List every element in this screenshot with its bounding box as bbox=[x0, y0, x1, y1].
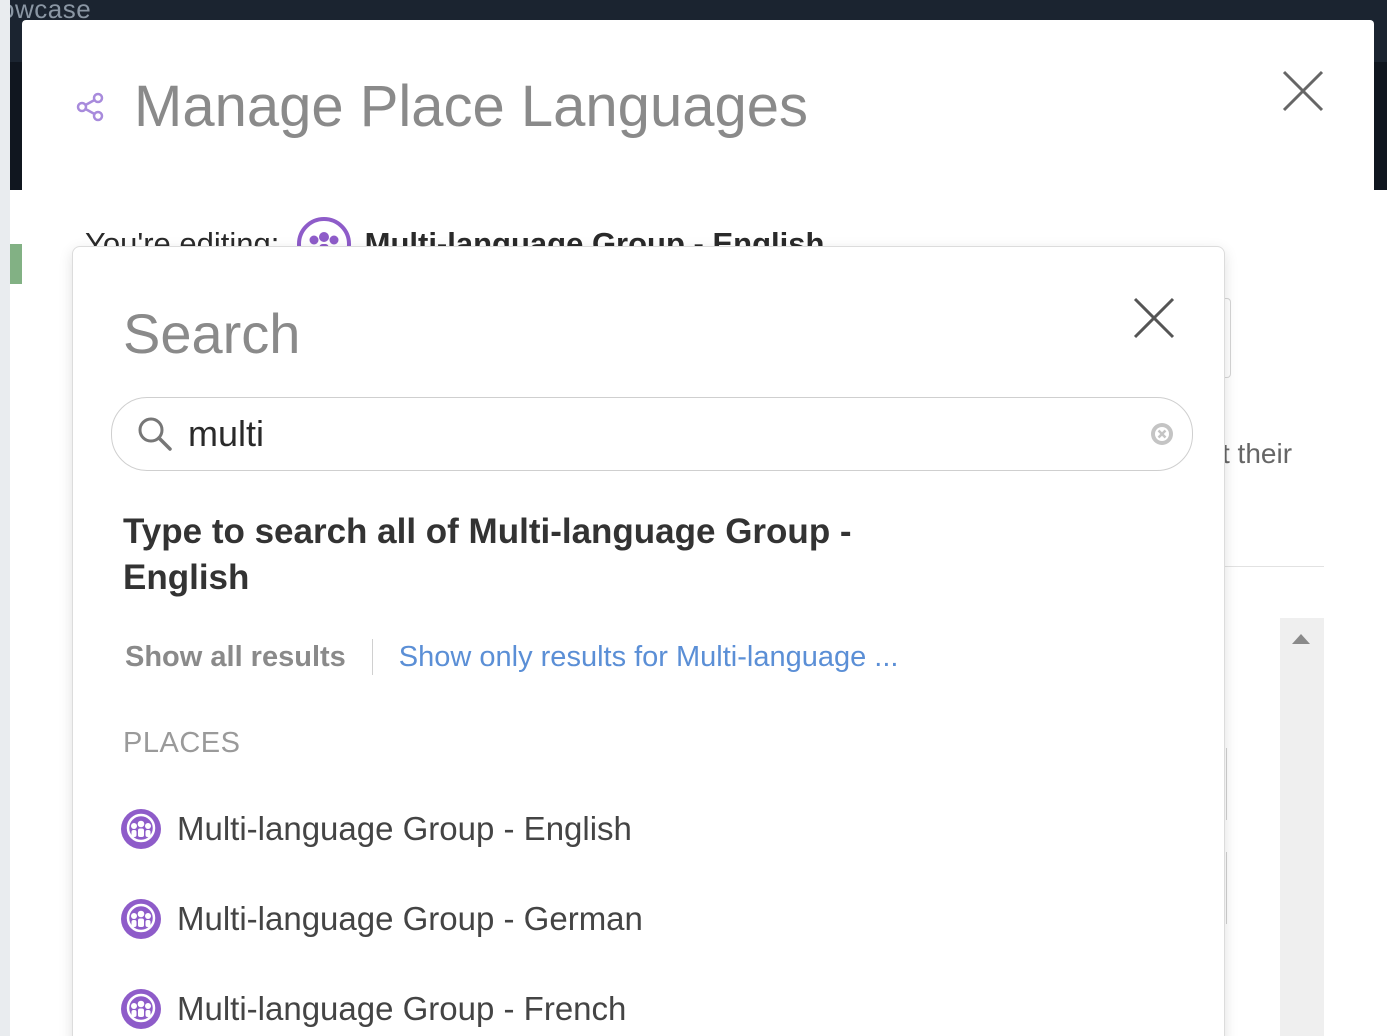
modal-title: Manage Place Languages bbox=[134, 74, 808, 139]
places-section-label: PLACES bbox=[123, 727, 241, 759]
group-icon bbox=[121, 989, 161, 1029]
divider bbox=[1222, 566, 1324, 567]
search-title: Search bbox=[123, 302, 301, 365]
filter-divider bbox=[371, 639, 373, 675]
search-close-icon[interactable] bbox=[1131, 295, 1177, 341]
show-only-results-link[interactable]: Show only results for Multi-language ... bbox=[399, 641, 899, 674]
search-panel: Search Type to search all of Multi-langu… bbox=[72, 246, 1225, 1036]
editing-context: You're editing: Multi-language Group - E… bbox=[85, 216, 824, 246]
result-name: Multi-language Group - English bbox=[177, 810, 632, 847]
search-hint: Type to search all of Multi-language Gro… bbox=[123, 512, 852, 597]
show-all-results-button[interactable]: Show all results bbox=[125, 641, 346, 674]
group-icon bbox=[121, 809, 161, 849]
share-icon bbox=[76, 92, 104, 122]
editing-place-name: Multi-language Group - English bbox=[364, 226, 825, 246]
group-icon bbox=[121, 899, 161, 939]
scroll-up-arrow-icon[interactable] bbox=[1292, 634, 1310, 644]
clear-icon[interactable] bbox=[1148, 420, 1176, 448]
search-icon bbox=[138, 417, 172, 451]
result-name: Multi-language Group - German bbox=[177, 900, 643, 937]
search-box[interactable] bbox=[111, 397, 1193, 471]
result-filter: Show all results Show only results for Mu… bbox=[125, 639, 898, 679]
modal-close-icon[interactable] bbox=[1280, 68, 1326, 114]
result-name: Multi-language Group - French bbox=[177, 990, 627, 1027]
editing-label: You're editing: bbox=[85, 226, 280, 246]
background-partial-text-right: t their bbox=[1222, 438, 1293, 469]
search-input[interactable] bbox=[188, 408, 1128, 460]
scrollbar[interactable] bbox=[1280, 618, 1324, 1036]
background-left-strip bbox=[0, 0, 10, 1036]
group-icon bbox=[297, 217, 351, 246]
